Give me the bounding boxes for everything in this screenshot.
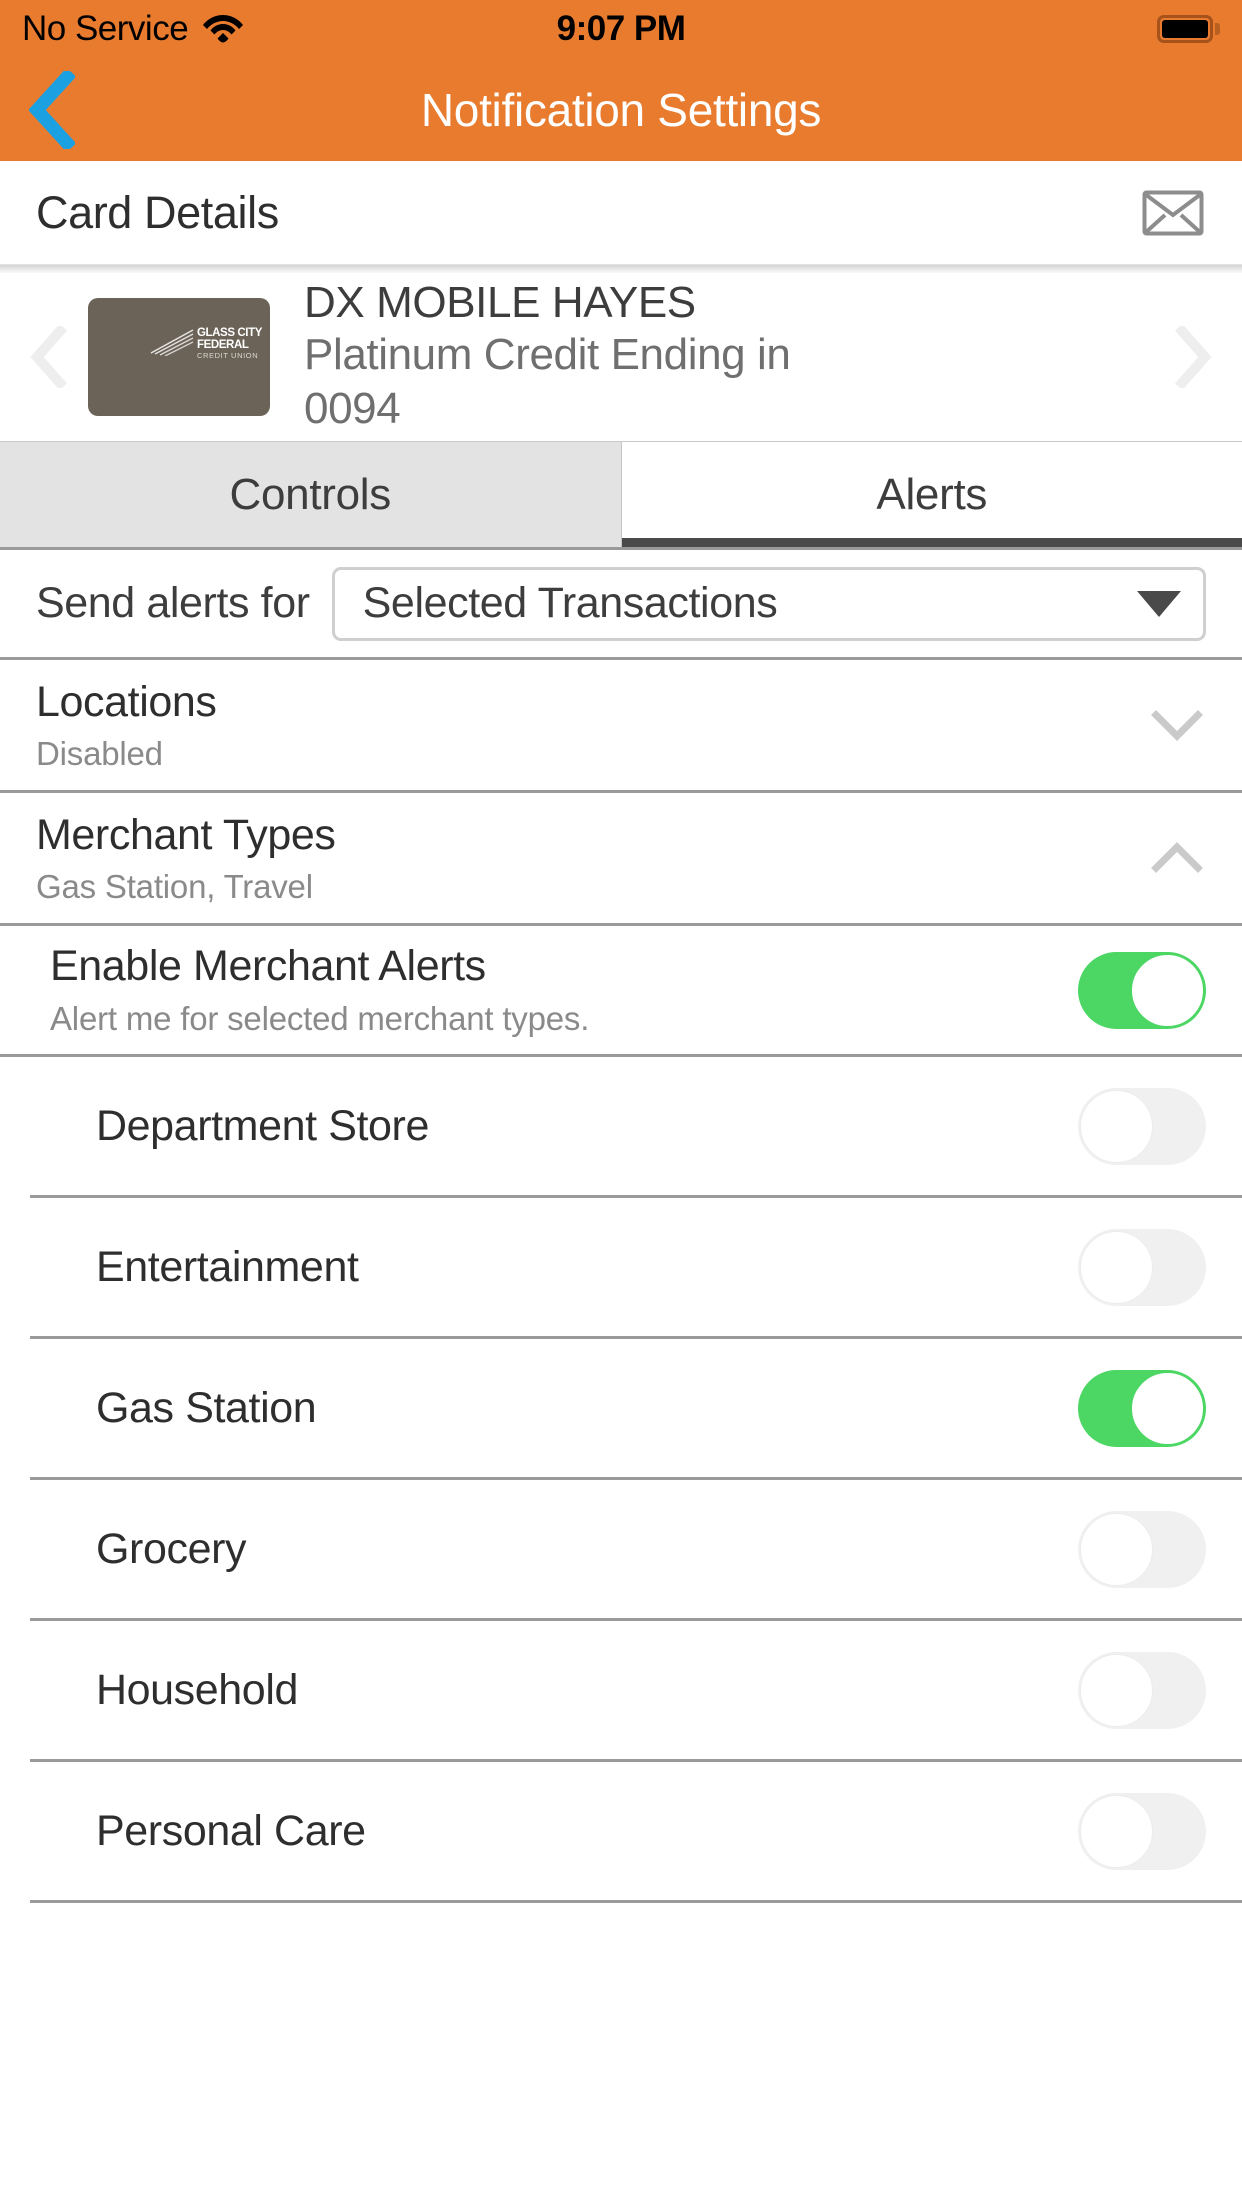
send-alerts-label: Send alerts for [36, 579, 310, 627]
card-holder-name: DX MOBILE HAYES [304, 278, 696, 328]
section-merchant-types-text: Merchant Types Gas Station, Travel [36, 811, 1148, 905]
toggle-knob [1080, 1653, 1153, 1727]
card-info: DX MOBILE HAYES Platinum Credit Ending i… [304, 278, 1154, 435]
card-description: Platinum Credit Ending in 0094 [304, 329, 791, 433]
status-bar-right [1157, 15, 1220, 43]
card-details-header: Card Details [0, 161, 1242, 265]
send-alerts-selected-value: Selected Transactions [362, 579, 778, 627]
merchant-row-household[interactable]: Household [30, 1621, 1242, 1763]
merchant-row-gas-station[interactable]: Gas Station [30, 1339, 1242, 1481]
send-alerts-row: Send alerts for Selected Transactions [0, 550, 1242, 660]
envelope-icon[interactable] [1142, 190, 1204, 236]
tab-controls-label: Controls [229, 469, 392, 519]
tab-bar: Controls Alerts [0, 442, 1242, 550]
chevron-up-icon[interactable] [1148, 842, 1206, 874]
toggle-knob [1131, 1371, 1204, 1445]
back-button[interactable] [12, 70, 92, 150]
merchant-row-department-store[interactable]: Department Store [30, 1057, 1242, 1199]
enable-merchant-alerts-row: Enable Merchant Alerts Alert me for sele… [0, 926, 1242, 1058]
battery-full-icon [1157, 15, 1213, 43]
status-bar: No Service 9:07 PM [0, 0, 1242, 58]
merchant-row-personal-care[interactable]: Personal Care [30, 1762, 1242, 1904]
card-details-title: Card Details [36, 186, 279, 238]
merchant-toggle-entertainment[interactable] [1078, 1228, 1206, 1306]
section-locations-subtitle: Disabled [36, 734, 163, 772]
section-merchant-types[interactable]: Merchant Types Gas Station, Travel [0, 793, 1242, 927]
enable-merchant-alerts-title: Enable Merchant Alerts [50, 942, 486, 991]
toggle-knob [1080, 1089, 1153, 1163]
carrier-label: No Service [22, 9, 189, 48]
battery-cap-icon [1215, 23, 1220, 35]
merchant-label: Department Store [96, 1101, 429, 1150]
merchant-toggle-grocery[interactable] [1078, 1510, 1206, 1588]
enable-merchant-alerts-subtitle: Alert me for selected merchant types. [50, 1000, 590, 1038]
section-merchant-types-title: Merchant Types [36, 811, 336, 860]
card-art[interactable]: GLASS CITY FEDERAL CREDIT UNION [88, 298, 270, 416]
tab-controls[interactable]: Controls [0, 442, 622, 547]
tab-alerts[interactable]: Alerts [621, 442, 1242, 547]
merchant-label: Gas Station [96, 1383, 317, 1432]
card-carousel: GLASS CITY FEDERAL CREDIT UNION DX MOBIL… [0, 273, 1242, 442]
swoosh-icon [149, 328, 195, 361]
wifi-icon [202, 11, 244, 48]
tab-alerts-label: Alerts [876, 469, 988, 519]
section-locations-title: Locations [36, 678, 217, 726]
merchant-row-entertainment[interactable]: Entertainment [30, 1198, 1242, 1340]
section-divider [0, 265, 1242, 273]
carousel-next-button[interactable] [1154, 326, 1232, 388]
section-locations-text: Locations Disabled [36, 678, 1148, 772]
enable-merchant-alerts-text: Enable Merchant Alerts Alert me for sele… [50, 942, 1078, 1038]
section-merchant-types-subtitle: Gas Station, Travel [36, 868, 313, 906]
merchant-label: Grocery [96, 1524, 247, 1573]
merchant-label: Household [96, 1665, 298, 1714]
send-alerts-dropdown[interactable]: Selected Transactions [331, 566, 1206, 641]
merchant-label: Entertainment [96, 1242, 359, 1291]
card-logo: GLASS CITY FEDERAL CREDIT UNION [149, 327, 262, 361]
carousel-prev-button[interactable] [10, 326, 88, 388]
merchant-row-grocery[interactable]: Grocery [30, 1480, 1242, 1622]
toggle-knob [1080, 1512, 1153, 1586]
toggle-knob [1131, 953, 1204, 1027]
card-logo-text: GLASS CITY FEDERAL CREDIT UNION [196, 327, 262, 360]
card-logo-line1: GLASS CITY [196, 327, 262, 339]
nav-bar: Notification Settings [0, 58, 1242, 161]
merchant-toggle-household[interactable] [1078, 1651, 1206, 1729]
merchant-toggle-personal-care[interactable] [1078, 1792, 1206, 1870]
toggle-knob [1080, 1794, 1153, 1868]
enable-merchant-alerts-toggle[interactable] [1078, 951, 1206, 1029]
merchant-label: Personal Care [96, 1806, 366, 1855]
chevron-down-icon [1137, 590, 1181, 617]
section-locations[interactable]: Locations Disabled [0, 660, 1242, 794]
status-bar-left: No Service [22, 9, 244, 49]
merchant-toggle-department-store[interactable] [1078, 1087, 1206, 1165]
card-logo-line3: CREDIT UNION [196, 351, 259, 360]
merchant-toggle-gas-station[interactable] [1078, 1369, 1206, 1447]
card-logo-line2: FEDERAL [196, 338, 249, 351]
page-title: Notification Settings [420, 83, 822, 136]
chevron-down-icon[interactable] [1148, 709, 1206, 742]
toggle-knob [1080, 1230, 1153, 1304]
